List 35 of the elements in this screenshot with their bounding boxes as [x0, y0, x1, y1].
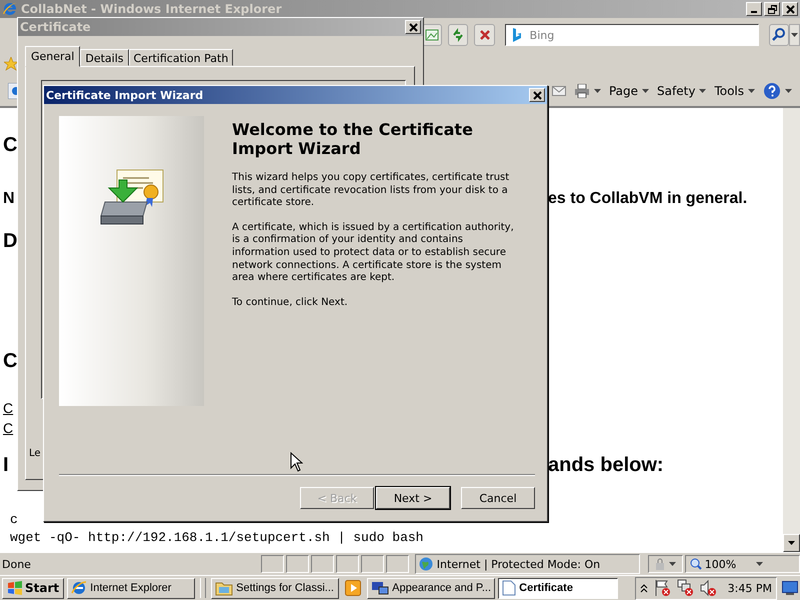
wizard-paragraph: This wizard helps you copy certificates, certificate trust lists, and certificate revocation lists from your disk to a certificate store.	[232, 172, 510, 210]
page-heading: C	[3, 134, 18, 157]
zone-text: Internet | Protected Mode: On	[436, 558, 600, 570]
start-button[interactable]: Start	[2, 578, 64, 598]
dialog-tab[interactable]: General	[25, 46, 80, 67]
page-heading: D	[3, 230, 18, 253]
status-text: Done	[1, 558, 32, 570]
security-zone[interactable]: Internet | Protected Mode: On	[414, 554, 640, 574]
dialog-text: Le	[29, 448, 41, 459]
code-line: c	[10, 512, 18, 527]
dialog-tab[interactable]: Details	[80, 49, 128, 66]
code-line: wget -qO- http://192.168.1.1/setupcert.sh | sudo bash	[10, 530, 424, 545]
taskbar-button[interactable]: Appearance and P...	[367, 578, 496, 598]
wizard-paragraph: A certificate, which is issued by a certification authority, is a confirmation of your identity and contains information used to protect data or to establish secure network connections. A certificate store is the system area where certificates are kept.	[232, 222, 515, 285]
dialog-tab[interactable]: Certification Path	[128, 49, 234, 66]
page-heading: I	[3, 454, 9, 477]
clock: 3:45 PM	[728, 582, 772, 594]
hyperlink[interactable]: C	[3, 420, 14, 436]
wizard-paragraph: To continue, click Next.	[232, 296, 349, 310]
zoom-button[interactable]: 100%	[684, 555, 800, 573]
dialog-title: Certificate Import Wizard	[46, 88, 204, 102]
page-text: es to CollabVM in general.	[548, 190, 748, 208]
dialog-button[interactable]: Cancel	[461, 487, 535, 509]
dialog-title: Certificate	[20, 20, 91, 34]
wizard-heading: Welcome to the Certificate Import Wizard	[232, 120, 474, 158]
page-heading: C	[3, 350, 18, 373]
taskbar-button[interactable]: Certificate	[498, 578, 618, 598]
page-text: N	[3, 190, 15, 208]
window-title: CollabNet - Windows Internet Explorer	[21, 2, 282, 16]
taskbar-button[interactable]: Settings for Classi...	[211, 578, 340, 598]
taskbar-button[interactable]: Internet Explorer	[67, 578, 196, 598]
page-heading: ands below:	[548, 454, 664, 477]
dialog-button[interactable]: Next >	[376, 487, 450, 509]
search-field[interactable]: Bing	[504, 24, 759, 46]
hyperlink[interactable]: C	[3, 400, 14, 416]
